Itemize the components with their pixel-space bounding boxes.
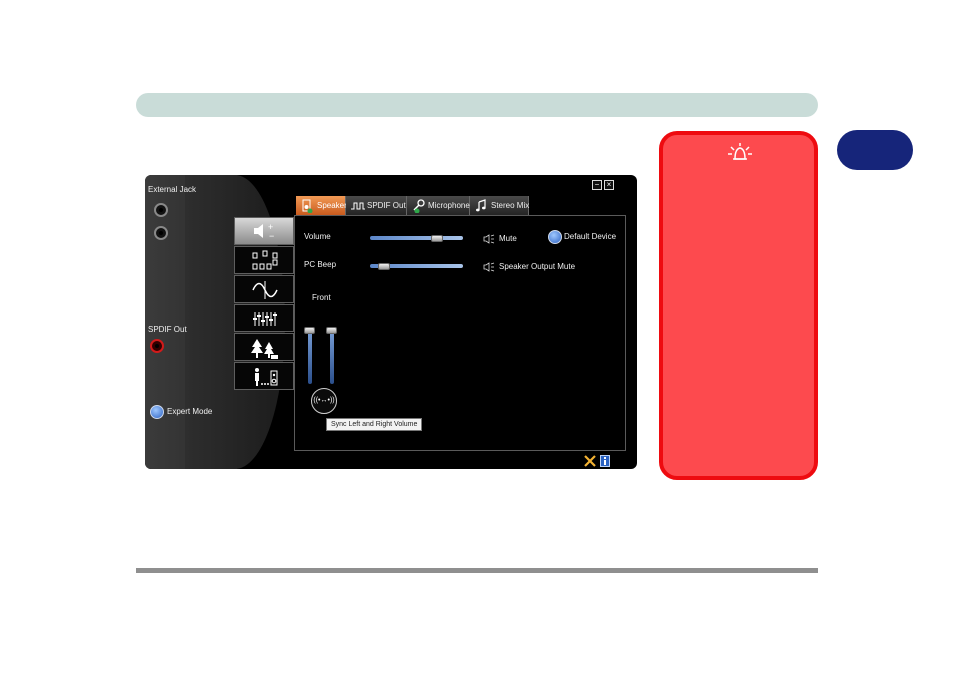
- tab-spdif-out-label: SPDIF Out: [367, 201, 406, 210]
- effects-sidebar: + −: [234, 217, 294, 392]
- tab-stereo-mix[interactable]: Stereo Mix: [470, 196, 529, 216]
- expert-mode-radio[interactable]: [150, 405, 164, 419]
- page-header-bar: [136, 93, 818, 117]
- speaker-output-mute-label[interactable]: Speaker Output Mute: [499, 262, 575, 271]
- front-label: Front: [312, 293, 331, 302]
- tab-speaker-label: Speaker: [317, 201, 347, 210]
- surround-speakers-icon: [252, 250, 278, 270]
- tab-spdif-out[interactable]: SPDIF Out: [346, 196, 407, 216]
- mute-speaker-icon[interactable]: [483, 234, 495, 244]
- spdif-waveform-icon: [351, 202, 365, 210]
- pc-beep-slider-thumb[interactable]: [378, 263, 391, 270]
- tab-stereo-mix-label: Stereo Mix: [491, 201, 530, 210]
- external-jack-label: External Jack: [148, 185, 197, 194]
- chapter-tab: [837, 130, 913, 170]
- speaker-icon: [302, 199, 313, 213]
- pc-beep-label: PC Beep: [304, 260, 337, 269]
- tab-microphone-label: Microphone: [428, 201, 470, 210]
- alarm-bell-icon: [728, 143, 752, 160]
- default-device-label[interactable]: Default Device: [564, 232, 616, 241]
- front-left-volume-thumb[interactable]: [304, 326, 315, 334]
- audio-manager-window: External Jack SPDIF Out Expert Mode + −: [145, 175, 637, 469]
- equalizer-icon: [253, 312, 277, 326]
- tab-speaker[interactable]: Speaker: [296, 196, 347, 216]
- footer-rule: [136, 568, 818, 573]
- sync-volume-tooltip: Sync Left and Right Volume: [326, 418, 423, 431]
- tab-microphone[interactable]: Microphone: [407, 196, 470, 216]
- front-right-volume-track[interactable]: [330, 328, 334, 384]
- music-note-icon: [476, 199, 486, 212]
- minimize-button[interactable]: −: [592, 180, 602, 190]
- speaker-volume-icon: + −: [254, 222, 274, 241]
- headphone-jack[interactable]: [154, 203, 168, 217]
- sync-volume-button[interactable]: ((•↔•)): [311, 388, 337, 414]
- note-box: [659, 131, 818, 480]
- volume-slider-thumb[interactable]: [430, 235, 443, 242]
- default-device-radio[interactable]: [548, 230, 562, 244]
- microphone-jack[interactable]: [154, 226, 168, 240]
- microphone-icon: [413, 199, 425, 213]
- front-right-volume-thumb[interactable]: [326, 326, 337, 334]
- volume-slider-track[interactable]: [370, 236, 463, 240]
- sidebar-item-volume[interactable]: + −: [234, 217, 294, 245]
- spdif-out-jack[interactable]: [150, 339, 164, 353]
- forest-environment-icon: [251, 339, 278, 359]
- settings-tools-icon[interactable]: [584, 455, 596, 467]
- sidebar-item-sound-effects[interactable]: [234, 275, 294, 303]
- speaker-output-mute-icon[interactable]: [483, 262, 495, 272]
- svg-text:−: −: [269, 231, 274, 241]
- close-button[interactable]: ×: [604, 180, 614, 190]
- mute-label[interactable]: Mute: [499, 234, 517, 243]
- sidebar-item-environment[interactable]: [234, 333, 294, 361]
- sidebar-item-equalizer[interactable]: [234, 304, 294, 332]
- speaker-settings-panel: Volume Mute Default Device PC Beep Speak…: [294, 215, 626, 451]
- waveform-icon: [252, 281, 278, 299]
- sidebar-item-room-correction[interactable]: [234, 362, 294, 390]
- information-icon[interactable]: [600, 455, 610, 467]
- front-left-volume-track[interactable]: [308, 328, 312, 384]
- spdif-out-label: SPDIF Out: [148, 325, 187, 334]
- sidebar-item-speaker-config[interactable]: [234, 246, 294, 274]
- expert-mode-label[interactable]: Expert Mode: [167, 407, 212, 416]
- room-correction-icon: [255, 368, 278, 386]
- volume-label: Volume: [304, 232, 331, 241]
